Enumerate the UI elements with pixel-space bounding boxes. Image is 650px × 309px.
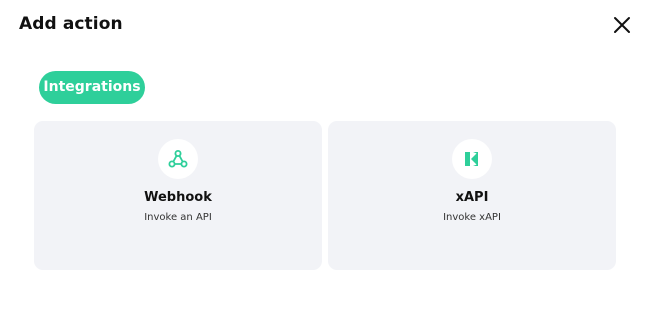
xapi-title: xAPI	[455, 190, 489, 205]
add-action-dialog: Add action Integrations Webhook Invoke a…	[0, 0, 650, 309]
webhook-card[interactable]: Webhook Invoke an API	[34, 121, 322, 270]
dialog-title: Add action	[19, 14, 123, 34]
close-button[interactable]	[611, 14, 633, 36]
tab-integrations[interactable]: Integrations	[39, 71, 145, 104]
webhook-icon-container	[158, 139, 198, 179]
xapi-icon	[465, 152, 478, 166]
webhook-description: Invoke an API	[144, 212, 212, 223]
xapi-card[interactable]: xAPI Invoke xAPI	[328, 121, 616, 270]
xapi-description: Invoke xAPI	[443, 212, 501, 223]
xapi-icon-container	[452, 139, 492, 179]
close-icon	[614, 17, 630, 33]
webhook-title: Webhook	[144, 190, 212, 205]
webhook-icon	[168, 150, 188, 168]
